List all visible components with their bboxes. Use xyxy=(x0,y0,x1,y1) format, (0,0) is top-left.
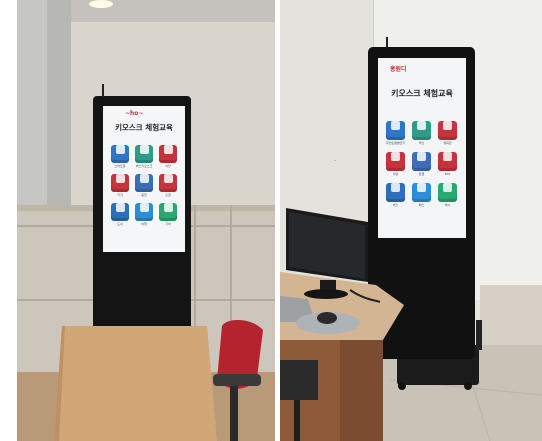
app-icon[interactable]: 버스키오스크 xyxy=(135,140,153,168)
app-icon-label: 출금 xyxy=(165,192,171,197)
brand-logo: ~ho~ xyxy=(125,110,144,117)
app-icon[interactable]: 스마트폰 xyxy=(111,140,129,168)
kiosk-screen-right: 홍원디 키오스크 체험교육 무인민원발급기 무인 영화관식당 은행 KTX 버스 패스 택시 xyxy=(378,58,466,238)
app-icon-label: 기차 xyxy=(165,221,171,226)
app-icon-tile xyxy=(412,182,431,202)
app-icon[interactable]: 식당 xyxy=(386,147,405,176)
app-icon-tile xyxy=(412,120,431,140)
app-icon-tile xyxy=(135,144,153,163)
app-icon-glyph xyxy=(390,120,401,131)
app-icon-glyph xyxy=(163,202,173,212)
app-icon-label: 버스 xyxy=(392,202,399,207)
app-icon[interactable]: 기기 xyxy=(111,169,129,197)
app-icon-tile xyxy=(386,120,405,140)
app-icon-glyph xyxy=(115,173,125,183)
app-icon-label: 무인 xyxy=(418,140,425,145)
app-icon-tile xyxy=(438,120,457,140)
app-icon[interactable]: 출금 xyxy=(159,169,177,197)
app-icon-glyph xyxy=(416,151,427,162)
screen-title-right: 키오스크 체험교육 xyxy=(391,89,453,98)
app-icon-glyph xyxy=(390,182,401,193)
app-icon[interactable]: 충전 xyxy=(135,169,153,197)
app-icon-label: 기기 xyxy=(117,192,123,197)
app-icon-grid: 스마트폰 버스키오스크 식당기기 충전 출금도서 여행 기차 xyxy=(111,140,177,248)
app-icon-label: 여행 xyxy=(141,221,147,226)
photo-left: ~ho~ 키오스크 체험교육 스마트폰 버스키오스크 식당기기 충전 출금도서 여행 기차 xyxy=(17,0,275,441)
app-icon-glyph xyxy=(115,202,125,212)
app-icon-glyph xyxy=(163,173,173,183)
screen-title: 키오스크 체험교육 xyxy=(115,123,173,132)
app-icon-label: KTX xyxy=(444,171,451,176)
brand-logo-right: 홍원디 xyxy=(390,66,407,73)
app-icon-glyph xyxy=(139,202,149,212)
app-icon[interactable]: 패스 xyxy=(412,178,431,207)
app-icon[interactable]: 기차 xyxy=(159,198,177,226)
app-icon-glyph xyxy=(139,173,149,183)
app-icon-label: 영화관 xyxy=(443,140,452,145)
app-icon-glyph xyxy=(442,120,453,131)
app-icon-tile xyxy=(386,182,405,202)
app-icon-tile xyxy=(111,202,129,221)
app-icon[interactable]: 식당 xyxy=(159,140,177,168)
app-icon-tile xyxy=(412,151,431,171)
app-icon[interactable]: 무인 xyxy=(412,116,431,145)
app-icon-tile xyxy=(111,144,129,163)
kiosk-screen-left: ~ho~ 키오스크 체험교육 스마트폰 버스키오스크 식당기기 충전 출금도서 여행 기차 xyxy=(103,106,185,252)
app-icon-glyph xyxy=(139,144,149,154)
app-icon-glyph xyxy=(163,144,173,154)
app-icon-tile xyxy=(159,202,177,221)
app-icon-grid-right: 무인민원발급기 무인 영화관식당 은행 KTX 버스 패스 택시 xyxy=(386,116,458,220)
app-icon-label: 도서 xyxy=(117,221,123,226)
app-icon[interactable]: 버스 xyxy=(386,178,405,207)
app-icon-glyph xyxy=(390,151,401,162)
app-icon-label: 무인민원발급기 xyxy=(386,140,405,145)
photo-right: 홍원디 키오스크 체험교육 무인민원발급기 무인 영화관식당 은행 KTX 버스 패스 택시 xyxy=(280,0,542,441)
app-icon[interactable]: 여행 xyxy=(135,198,153,226)
app-icon-glyph xyxy=(416,120,427,131)
app-icon-tile xyxy=(438,151,457,171)
app-icon[interactable]: 무인민원발급기 xyxy=(386,116,405,145)
app-icon-tile xyxy=(135,173,153,192)
app-icon[interactable]: 영화관 xyxy=(438,116,457,145)
app-icon-label: 식당 xyxy=(392,171,399,176)
app-icon-tile xyxy=(386,151,405,171)
app-icon-label: 스마트폰 xyxy=(114,163,126,168)
app-icon-glyph xyxy=(442,182,453,193)
app-icon-label: 은행 xyxy=(418,171,425,176)
app-icon-label: 버스키오스크 xyxy=(135,163,153,168)
app-icon-tile xyxy=(438,182,457,202)
app-icon-glyph xyxy=(115,144,125,154)
app-icon-glyph xyxy=(442,151,453,162)
app-icon-label: 식당 xyxy=(165,163,171,168)
app-icon-tile xyxy=(135,202,153,221)
app-icon[interactable]: 은행 xyxy=(412,147,431,176)
app-icon-label: 충전 xyxy=(141,192,147,197)
app-icon-glyph xyxy=(416,182,427,193)
app-icon-tile xyxy=(159,144,177,163)
app-icon-label: 패스 xyxy=(418,202,425,207)
app-icon-label: 택시 xyxy=(444,202,451,207)
app-icon[interactable]: KTX xyxy=(438,147,457,176)
app-icon[interactable]: 도서 xyxy=(111,198,129,226)
app-icon-tile xyxy=(111,173,129,192)
app-icon-tile xyxy=(159,173,177,192)
app-icon[interactable]: 택시 xyxy=(438,178,457,207)
